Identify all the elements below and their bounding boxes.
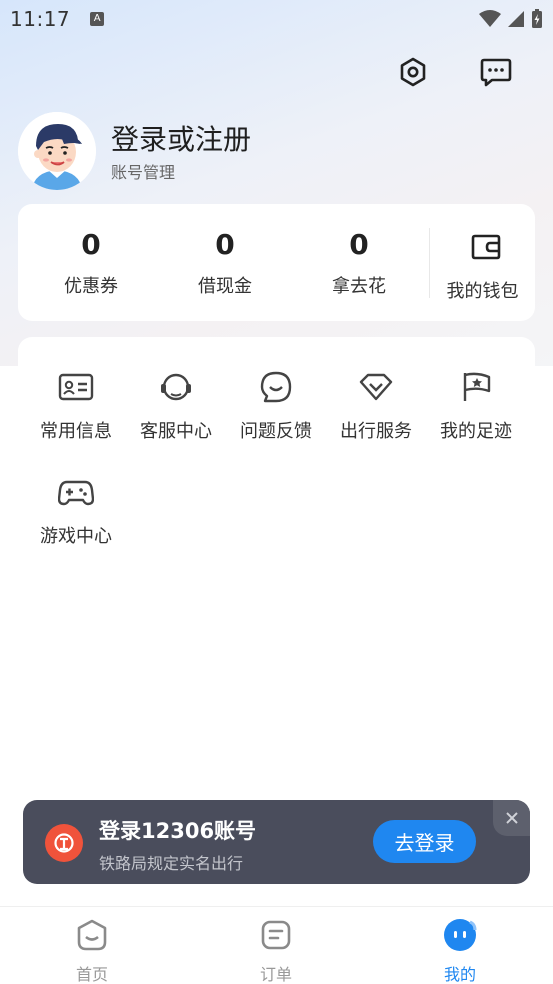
diamond-icon — [358, 369, 394, 405]
gamepad-icon — [58, 474, 94, 510]
banner-subtitle: 铁路局规定实名出行 — [99, 854, 244, 873]
wallet-icon — [471, 234, 501, 260]
service-game-center[interactable]: 游戏中心 — [26, 474, 126, 564]
service-label: 我的足迹 — [440, 421, 512, 442]
stat-value: 0 — [81, 228, 101, 261]
stat-coupons[interactable]: 0 优惠券 — [24, 204, 158, 321]
stat-value: 0 — [215, 228, 235, 261]
battery-icon — [532, 9, 542, 28]
bottom-nav: 首页 订单 我的 — [0, 906, 553, 984]
service-footprints[interactable]: 我的足迹 — [426, 369, 526, 459]
status-bar: 11:17 A — [0, 0, 553, 38]
service-travel[interactable]: 出行服务 — [326, 369, 426, 459]
service-label: 问题反馈 — [240, 421, 312, 442]
signal-icon — [508, 11, 524, 27]
stat-cash-loan[interactable]: 0 借现金 — [158, 204, 292, 321]
banner-close-button[interactable] — [493, 800, 530, 836]
service-label: 常用信息 — [40, 421, 112, 442]
account-management-label[interactable]: 账号管理 — [111, 159, 175, 183]
wifi-icon — [479, 10, 501, 27]
orders-icon — [261, 920, 291, 950]
messages-button[interactable] — [476, 52, 516, 92]
headset-icon — [158, 369, 194, 405]
home-icon — [77, 919, 107, 951]
login-banner[interactable]: 登录12306账号 铁路局规定实名出行 去登录 — [23, 800, 530, 884]
service-label: 出行服务 — [340, 421, 412, 442]
mine-icon — [444, 919, 477, 951]
settings-icon — [400, 57, 426, 87]
chat-bubble-icon — [480, 58, 512, 87]
id-card-icon — [58, 369, 94, 405]
stat-label: 拿去花 — [332, 276, 386, 297]
settings-button[interactable] — [393, 52, 433, 92]
avatar[interactable] — [18, 112, 96, 190]
service-label: 客服中心 — [140, 421, 212, 442]
nav-orders[interactable]: 订单 — [216, 907, 336, 984]
stat-label: 优惠券 — [64, 276, 118, 297]
stat-credit-pay[interactable]: 0 拿去花 — [292, 204, 426, 321]
notification-icon: A — [90, 12, 105, 26]
go-login-button[interactable]: 去登录 — [373, 820, 476, 863]
wallet-label: 我的钱包 — [446, 281, 519, 302]
stat-value: 0 — [349, 228, 369, 261]
nav-home[interactable]: 首页 — [32, 907, 152, 984]
service-feedback[interactable]: 问题反馈 — [226, 369, 326, 459]
status-time: 11:17 — [10, 7, 71, 31]
banner-title: 登录12306账号 — [99, 819, 257, 843]
services-card: 常用信息 客服中心 问题反馈 出行服务 我的足迹 游戏中心 — [18, 337, 535, 577]
stat-label: 借现金 — [198, 276, 252, 297]
wallet-button[interactable]: 我的钱包 — [430, 204, 535, 321]
avatar-illustration — [18, 112, 96, 190]
nav-mine[interactable]: 我的 — [400, 907, 520, 984]
feedback-icon — [258, 369, 294, 405]
flag-icon — [458, 369, 494, 405]
stats-card: 0 优惠券 0 借现金 0 拿去花 我的钱包 — [18, 204, 535, 321]
service-label: 游戏中心 — [40, 526, 112, 547]
nav-label: 我的 — [443, 965, 476, 984]
login-register-title[interactable]: 登录或注册 — [111, 118, 251, 158]
close-icon — [505, 812, 518, 824]
status-indicators — [479, 9, 543, 29]
service-common-info[interactable]: 常用信息 — [26, 369, 126, 459]
nav-label: 首页 — [75, 965, 108, 984]
railway-logo-icon — [45, 824, 83, 862]
service-customer-center[interactable]: 客服中心 — [126, 369, 226, 459]
nav-label: 订单 — [259, 965, 292, 984]
